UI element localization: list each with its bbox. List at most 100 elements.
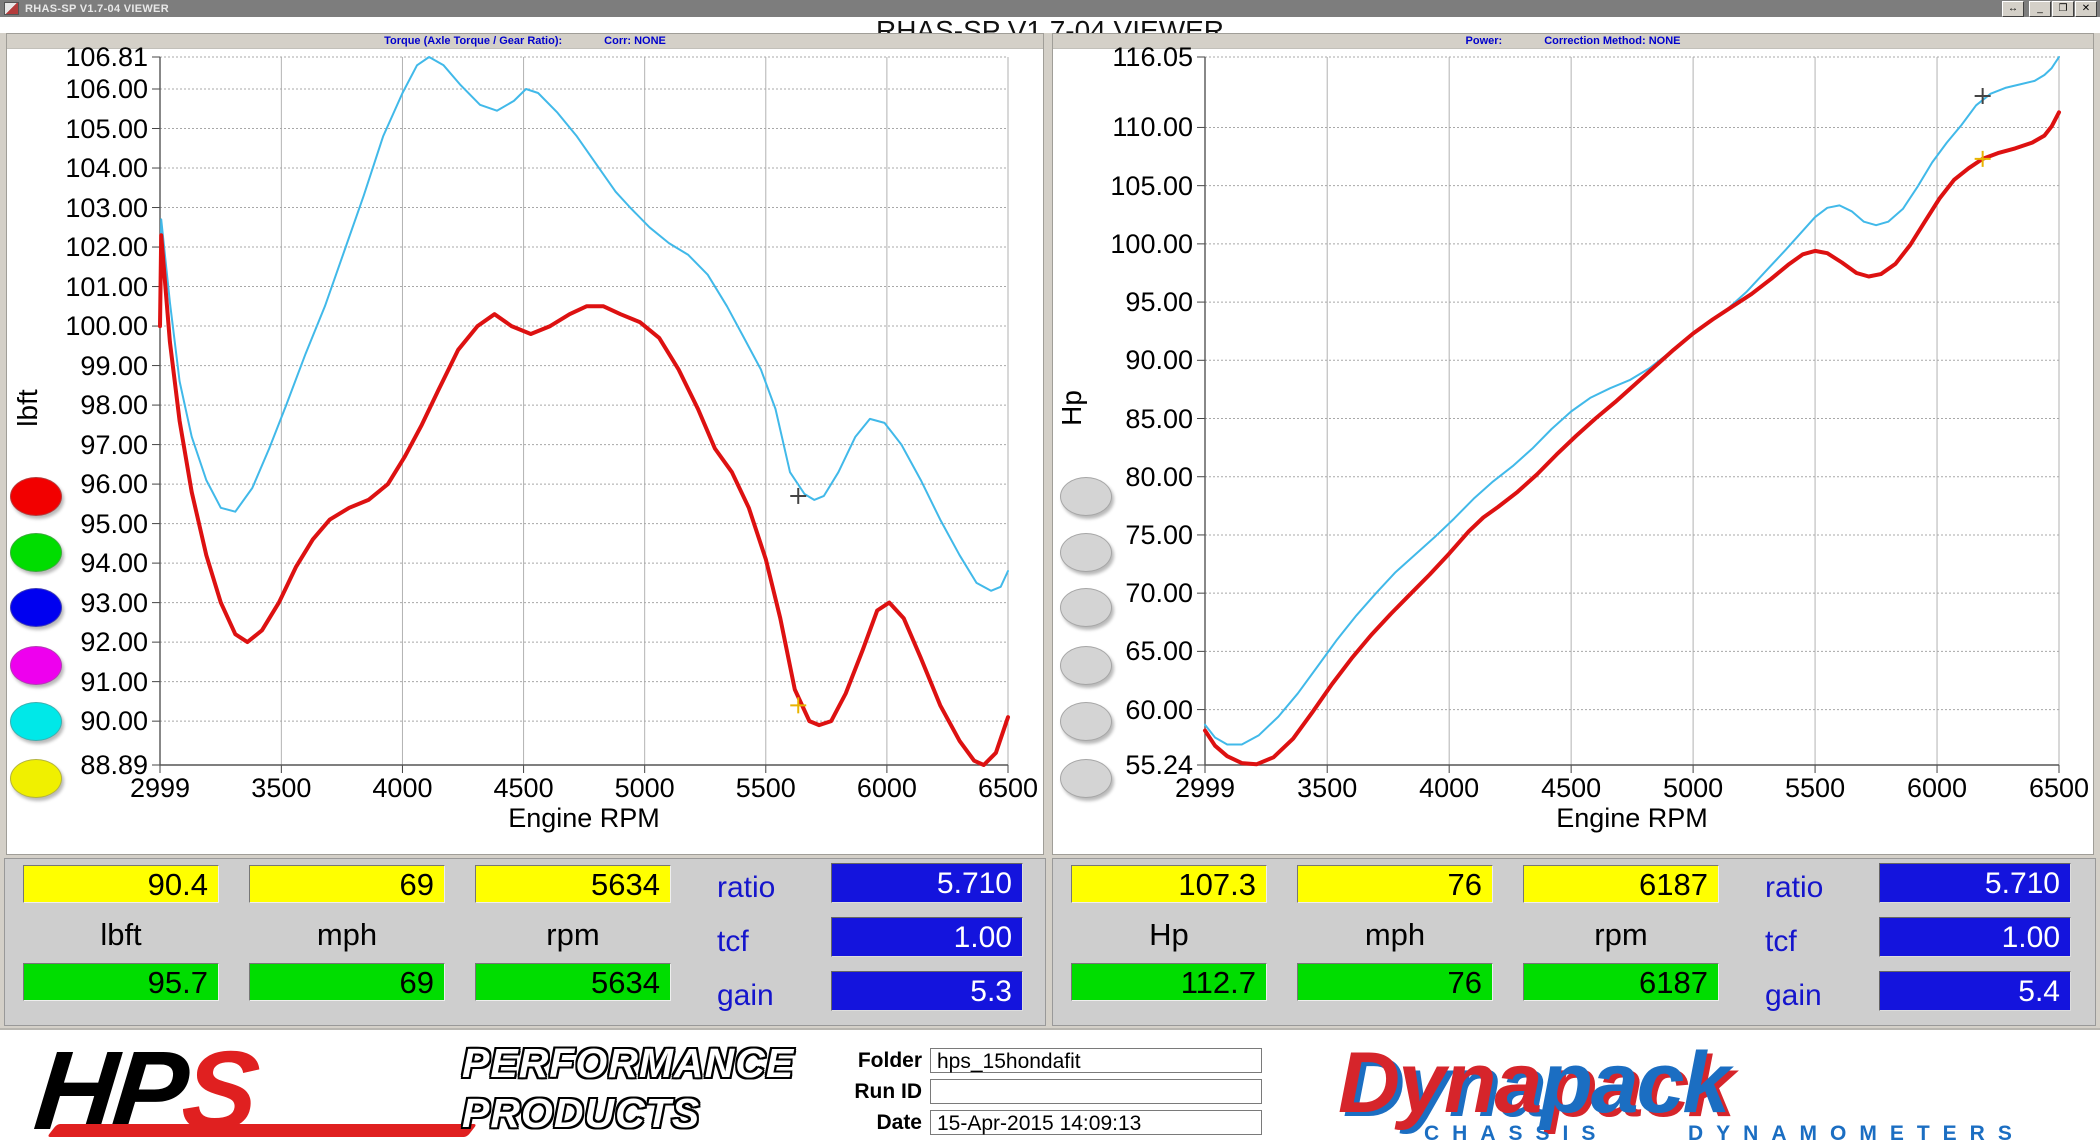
- torque-run2-value: 95.7: [23, 963, 219, 1001]
- dynapack-logo-dyna: Dyna: [1338, 1035, 1540, 1131]
- torque-panel-header: Torque (Axle Torque / Gear Ratio): Corr: …: [7, 34, 1043, 49]
- y-tick-label: 100.00: [1043, 229, 1193, 259]
- power-unit-label: Hp: [1071, 917, 1267, 953]
- x-tick-label: 4000: [1379, 773, 1519, 804]
- x-tick-label: 5000: [1623, 773, 1763, 804]
- hps-tagline-line2: PRODUCTS: [462, 1088, 794, 1138]
- ratio-label: ratio: [1765, 871, 1823, 905]
- x-tick-label: 4000: [332, 773, 472, 804]
- run-id-field-row: Run ID: [826, 1079, 1266, 1105]
- restore-button[interactable]: ❐: [2052, 1, 2074, 17]
- y-tick-label: 103.00: [0, 193, 148, 223]
- x-tick-label: 4500: [454, 773, 594, 804]
- mph-unit-label: mph: [249, 917, 445, 953]
- x-tick-label: 6500: [1989, 773, 2100, 804]
- power-header-corr: Correction Method: NONE: [1544, 35, 1680, 47]
- y-tick-label: 95.00: [1043, 287, 1193, 317]
- y-tick-label: 105.00: [1043, 171, 1193, 201]
- rpm-run2-value: 5634: [475, 963, 671, 1001]
- run-id-label: Run ID: [826, 1079, 922, 1105]
- torque-x-axis-label: Engine RPM: [160, 803, 1008, 834]
- title-bar-text: RHAS-SP V1.7-04 VIEWER: [25, 3, 169, 15]
- legend-ellipse-cyan[interactable]: [10, 702, 62, 741]
- dynapack-chassis-text: CHASSIS: [1424, 1122, 1608, 1146]
- ratio-value: 5.710: [1879, 863, 2071, 903]
- power-run2-value: 112.7: [1071, 963, 1267, 1001]
- torque-header-corr: Corr: NONE: [604, 35, 666, 47]
- date-label: Date: [826, 1110, 922, 1136]
- y-tick-label: 104.00: [0, 153, 148, 183]
- mph-unit-label: mph: [1297, 917, 1493, 953]
- tcf-label: tcf: [717, 925, 749, 959]
- gain-value: 5.4: [1879, 971, 2071, 1011]
- gain-label: gain: [1765, 979, 1822, 1013]
- folder-field-row: Folder hps_15hondafit: [826, 1048, 1266, 1074]
- gain-value: 5.3: [831, 971, 1023, 1011]
- y-tick-label: 90.00: [1043, 345, 1193, 375]
- tcf-label: tcf: [1765, 925, 1797, 959]
- x-tick-label: 4500: [1501, 773, 1641, 804]
- legend-ellipse-gray-6[interactable]: [1060, 759, 1112, 798]
- x-tick-label: 5500: [1745, 773, 1885, 804]
- legend-ellipse-yellow[interactable]: [10, 759, 62, 798]
- power-chart: 29993500400045005000550060006500116.0511…: [1205, 57, 2059, 765]
- speed-run2-value: 69: [249, 963, 445, 1001]
- context-help-icon[interactable]: ↔: [2002, 1, 2024, 17]
- app-icon: [4, 2, 19, 15]
- legend-ellipse-gray-1[interactable]: [1060, 477, 1112, 516]
- speed-run1-value: 76: [1297, 865, 1493, 903]
- close-button[interactable]: ✕: [2075, 1, 2097, 17]
- app-window: RHAS-SP V1.7-04 VIEWER ↔ _ ❐ ✕ RHAS-SP V…: [0, 0, 2100, 1147]
- x-tick-label: 6000: [817, 773, 957, 804]
- y-tick-label: 105.00: [0, 114, 148, 144]
- app-title-strip: RHAS-SP V1.7-04 VIEWER: [0, 17, 2100, 33]
- hps-tagline: PERFORMANCE PRODUCTS: [462, 1038, 794, 1138]
- dynapack-dynamometers-text: DYNAMOMETERS: [1688, 1122, 2025, 1146]
- minimize-button[interactable]: _: [2029, 1, 2051, 17]
- page-title: RHAS-SP V1.7-04 VIEWER: [0, 17, 2100, 33]
- rpm-run1-value: 5634: [475, 865, 671, 903]
- x-tick-label: 5500: [696, 773, 836, 804]
- torque-chart: 29993500400045005000550060006500106.8110…: [160, 57, 1008, 765]
- y-tick-label: 106.81: [0, 42, 148, 72]
- power-run1-value: 107.3: [1071, 865, 1267, 903]
- gain-label: gain: [717, 979, 774, 1013]
- y-tick-label: 110.00: [1043, 112, 1193, 142]
- x-tick-label: 6000: [1867, 773, 2007, 804]
- ratio-label: ratio: [717, 871, 775, 905]
- hps-logo-swoosh: [47, 1124, 477, 1137]
- folder-label: Folder: [826, 1048, 922, 1074]
- y-tick-label: 106.00: [0, 74, 148, 104]
- torque-y-axis-label: lbft: [12, 373, 44, 443]
- y-tick-label: 101.00: [0, 272, 148, 302]
- legend-ellipse-gray-5[interactable]: [1060, 702, 1112, 741]
- legend-ellipse-red[interactable]: [10, 477, 62, 516]
- torque-stats-panel: 90.4 69 5634 lbft mph rpm 95.7 69 5634 r…: [4, 858, 1046, 1026]
- footer: HPS PERFORMANCE PRODUCTS Folder hps_15ho…: [0, 1028, 2100, 1147]
- torque-unit-label: lbft: [23, 917, 219, 953]
- x-tick-label: 3500: [1257, 773, 1397, 804]
- y-tick-label: 100.00: [0, 311, 148, 341]
- legend-ellipse-gray-2[interactable]: [1060, 533, 1112, 572]
- tcf-value: 1.00: [1879, 917, 2071, 957]
- rpm-run1-value: 6187: [1523, 865, 1719, 903]
- legend-ellipse-gray-3[interactable]: [1060, 588, 1112, 627]
- speed-run1-value: 69: [249, 865, 445, 903]
- power-stats-panel: 107.3 76 6187 Hp mph rpm 112.7 76 6187 r…: [1052, 858, 2096, 1026]
- legend-ellipse-magenta[interactable]: [10, 646, 62, 685]
- legend-ellipse-gray-4[interactable]: [1060, 646, 1112, 685]
- rpm-run2-value: 6187: [1523, 963, 1719, 1001]
- run-id-input[interactable]: [930, 1079, 1262, 1104]
- speed-run2-value: 76: [1297, 963, 1493, 1001]
- power-y-axis-label: Hp: [1056, 373, 1088, 443]
- x-tick-label: 3500: [211, 773, 351, 804]
- rpm-unit-label: rpm: [1523, 917, 1719, 953]
- ratio-value: 5.710: [831, 863, 1023, 903]
- date-input[interactable]: 15-Apr-2015 14:09:13: [930, 1110, 1262, 1135]
- y-tick-label: 116.05: [1043, 42, 1193, 72]
- legend-ellipse-blue[interactable]: [10, 588, 62, 627]
- torque-header-label: Torque (Axle Torque / Gear Ratio):: [384, 35, 562, 47]
- legend-ellipse-green[interactable]: [10, 533, 62, 572]
- folder-input[interactable]: hps_15hondafit: [930, 1048, 1262, 1073]
- power-x-axis-label: Engine RPM: [1205, 803, 2059, 834]
